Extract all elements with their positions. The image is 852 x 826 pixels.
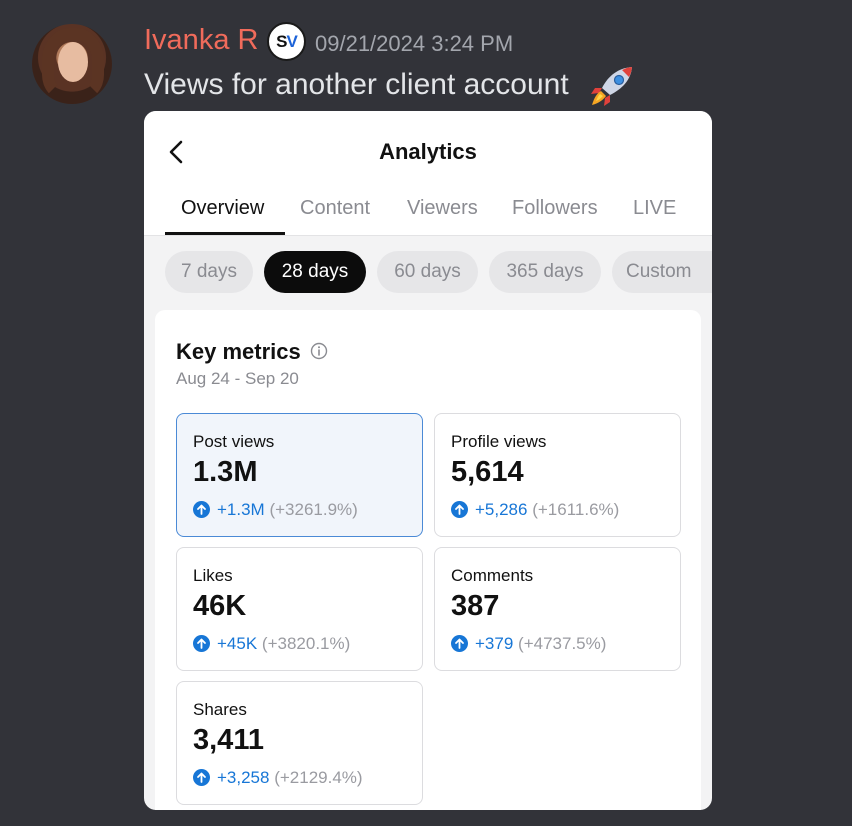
metric-change: +1.3M (+3261.9%): [193, 500, 358, 520]
active-tab-indicator: [165, 232, 285, 235]
metric-change: +5,286 (+1611.6%): [451, 500, 619, 520]
analytics-header: Analytics Overview Content Viewers Follo…: [144, 111, 712, 236]
metric-delta: +1.3M: [217, 500, 265, 519]
metric-change: +45K (+3820.1%): [193, 634, 350, 654]
tab-viewers[interactable]: Viewers: [407, 197, 478, 220]
metric-percent: (+1611.6%): [532, 500, 620, 519]
metric-value: 5,614: [451, 456, 524, 488]
metric-delta: +3,258: [217, 768, 270, 787]
metric-post-views[interactable]: Post views 1.3M +1.3M (+3261.9%): [176, 413, 423, 537]
avatar-face: [58, 42, 88, 82]
range-7-days[interactable]: 7 days: [165, 251, 253, 293]
avatar[interactable]: [32, 24, 112, 104]
tab-overview[interactable]: Overview: [181, 197, 264, 220]
metric-change: +379 (+4737.5%): [451, 634, 606, 654]
arrow-up-icon: [451, 635, 468, 652]
server-badge-icon: SV: [267, 22, 306, 61]
tab-followers[interactable]: Followers: [512, 197, 598, 220]
range-custom[interactable]: Custom: [612, 251, 712, 293]
range-28-days[interactable]: 28 days: [264, 251, 366, 293]
metric-label: Comments: [451, 566, 534, 585]
metric-comments[interactable]: Comments 387 +379 (+4737.5%): [434, 547, 681, 671]
info-icon[interactable]: [310, 342, 328, 360]
metric-percent: (+2129.4%): [274, 768, 363, 787]
arrow-up-icon: [193, 501, 210, 518]
metric-value: 3,411: [193, 724, 264, 756]
arrow-up-icon: [193, 769, 210, 786]
metric-likes[interactable]: Likes 46K +45K (+3820.1%): [176, 547, 423, 671]
message-timestamp: 09/21/2024 3:24 PM: [315, 31, 514, 56]
metric-label: Likes: [193, 566, 233, 585]
metric-profile-views[interactable]: Profile views 5,614 +5,286 (+1611.6%): [434, 413, 681, 537]
metric-delta: +379: [475, 634, 514, 653]
tab-bar: Overview Content Viewers Followers LIVE: [144, 197, 712, 236]
range-60-days[interactable]: 60 days: [377, 251, 478, 293]
metric-value: 46K: [193, 590, 247, 622]
key-metrics-card: Key metrics Aug 24 - Sep 20 Post views 1…: [155, 310, 701, 810]
message-text: Views for another client account: [144, 68, 569, 101]
page-title: Analytics: [379, 139, 477, 164]
arrow-up-icon: [451, 501, 468, 518]
rocket-icon: [591, 67, 632, 106]
tab-content[interactable]: Content: [300, 197, 370, 220]
analytics-screenshot: Analytics Overview Content Viewers Follo…: [144, 111, 712, 810]
metric-percent: (+4737.5%): [518, 634, 607, 653]
tab-live[interactable]: LIVE: [633, 197, 676, 220]
metric-percent: (+3261.9%): [269, 500, 358, 519]
range-365-days[interactable]: 365 days: [489, 251, 601, 293]
metric-label: Profile views: [451, 432, 547, 451]
metric-value: 387: [451, 590, 500, 622]
metric-change: +3,258 (+2129.4%): [193, 768, 363, 788]
metric-label: Post views: [193, 432, 275, 451]
metric-delta: +5,286: [475, 500, 528, 519]
key-metrics-title: Key metrics: [176, 339, 301, 364]
metric-percent: (+3820.1%): [261, 634, 351, 653]
metric-label: Shares: [193, 700, 247, 719]
metric-value: 1.3M: [193, 456, 258, 488]
metric-shares[interactable]: Shares 3,411 +3,258 (+2129.4%): [176, 681, 423, 805]
arrow-up-icon: [193, 635, 210, 652]
username[interactable]: Ivanka R: [144, 24, 258, 57]
metric-delta: +45K: [217, 634, 258, 653]
date-range: Aug 24 - Sep 20: [176, 369, 299, 388]
